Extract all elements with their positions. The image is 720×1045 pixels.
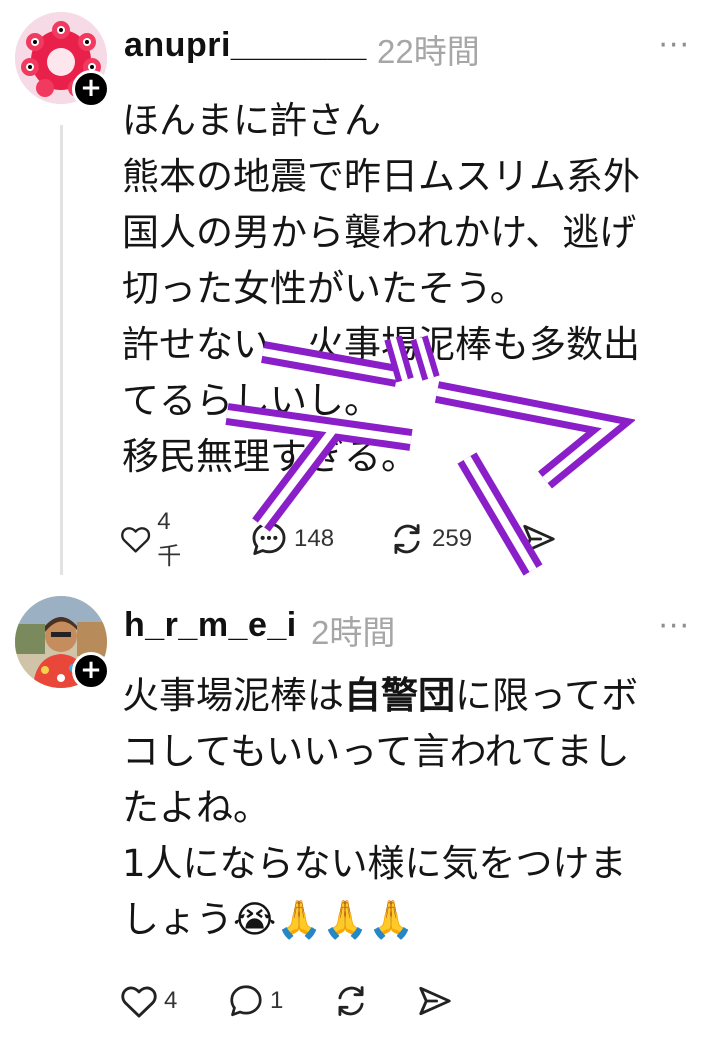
post-line: 熊本の地震で昨日ムスリム系外 [122, 155, 640, 198]
username[interactable]: h_r_m_e_i [124, 606, 297, 645]
like-count: 4 [164, 987, 178, 1014]
reply-button[interactable]: 148 [250, 517, 334, 561]
post-card: + h_r_m_e_i 2時間 ··· 火事場泥棒は自警団に限ってボ コしてもい… [0, 586, 720, 1045]
share-button[interactable] [520, 517, 558, 561]
post-line: 移民無理すぎる。 [122, 435, 418, 478]
post-line: ほんまに許さん [122, 99, 381, 142]
bold-term: 自警団 [344, 674, 455, 717]
heart-icon [121, 986, 157, 1018]
post-line: 国人の男から襲われかけ、逃げ [122, 211, 637, 254]
post-card: + anupri_______ 22時間 ··· ほんまに許さん 熊本の地震で昨… [0, 0, 720, 586]
send-icon [419, 986, 451, 1016]
follow-button[interactable]: + [72, 652, 110, 690]
repost-button[interactable] [332, 979, 376, 1023]
post-line: コしてもいいって言われてまし [122, 730, 630, 773]
timestamp: 22時間 [377, 33, 480, 70]
repost-icon [338, 986, 364, 1016]
username[interactable]: anupri_______ [124, 26, 367, 65]
post-body: 火事場泥棒は自警団に限ってボ コしてもいいって言われてまし たよね。 1人になら… [122, 668, 702, 948]
comment-icon [252, 522, 286, 555]
post-text-segment: 火事場泥棒は [122, 674, 344, 717]
post-line: 許せない。火事場泥棒も多数出 [122, 323, 640, 366]
comment-icon [230, 985, 262, 1017]
reply-count: 1 [270, 987, 284, 1014]
post-text-segment: に限ってボ [455, 674, 639, 717]
share-button[interactable] [416, 979, 454, 1023]
post-line: しょう😭🙏🙏🙏 [122, 898, 415, 941]
timestamp: 2時間 [311, 614, 396, 651]
more-options-icon[interactable]: ··· [658, 609, 690, 644]
post-line: 火事場泥棒は自警団に限ってボ [122, 668, 702, 724]
like-button[interactable]: 4千 [120, 508, 188, 570]
like-button[interactable]: 4 [120, 979, 177, 1023]
repost-button[interactable]: 259 [388, 517, 472, 561]
more-options-icon[interactable]: ··· [658, 28, 690, 63]
reply-button[interactable]: 1 [228, 979, 283, 1023]
repost-count: 259 [432, 525, 473, 552]
reply-count: 148 [294, 525, 335, 552]
post-line: たよね。 [122, 786, 270, 829]
follow-button[interactable]: + [72, 70, 110, 108]
heart-icon [121, 527, 151, 553]
send-icon [523, 524, 555, 554]
repost-icon [394, 524, 420, 554]
thread-line [60, 125, 63, 575]
post-body: ほんまに許さん 熊本の地震で昨日ムスリム系外 国人の男から襲われかけ、逃げ 切っ… [122, 93, 702, 485]
post-line: 切った女性がいたそう。 [122, 267, 527, 310]
post-line: 1人にならない様に気をつけま [122, 842, 627, 885]
like-count: 4千 [157, 507, 182, 570]
post-line: てるらしいし。 [122, 379, 381, 422]
